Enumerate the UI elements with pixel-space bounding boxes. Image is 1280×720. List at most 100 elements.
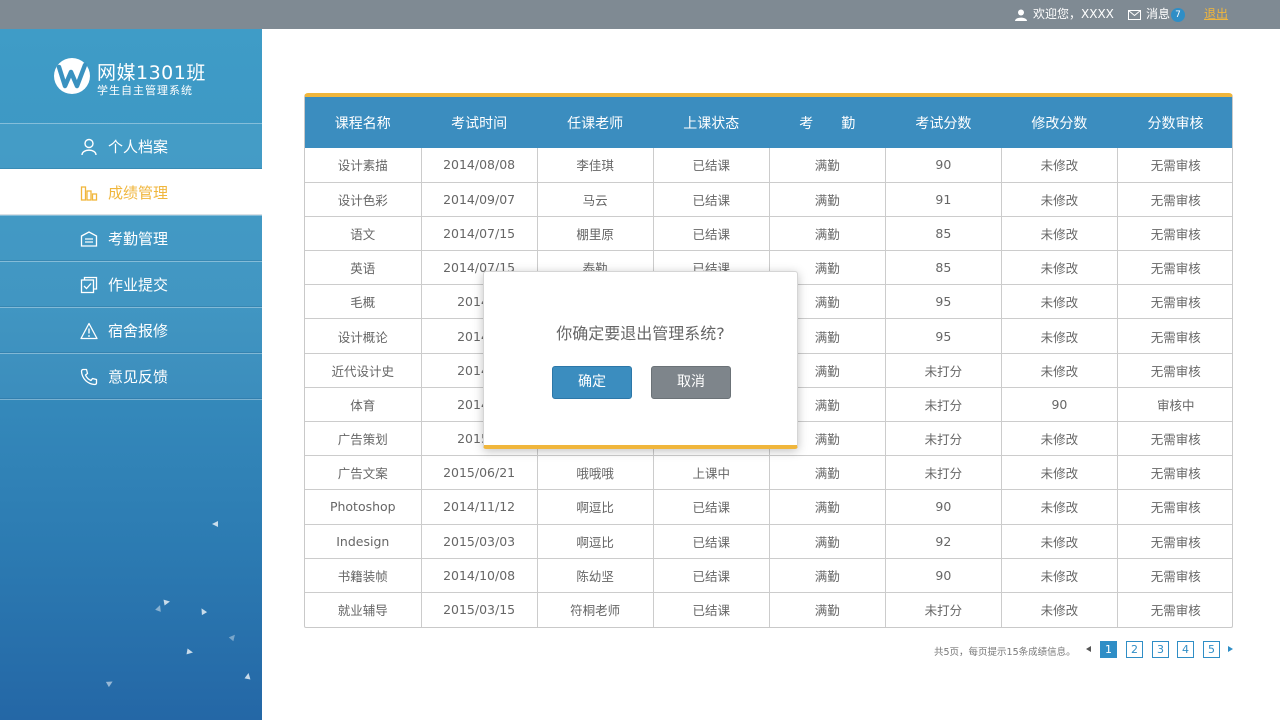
teacher-cell: 啊逗比 bbox=[537, 524, 654, 559]
table-row: 设计色彩 2014/09/07 马云 已结课 满勤 91 未修改 无需审核 bbox=[305, 182, 1232, 217]
sidebar-item-dorm-repair[interactable]: 宿舍报修 bbox=[0, 307, 262, 353]
messages-link[interactable]: 消息 bbox=[1146, 0, 1170, 29]
sidebar-item-homework[interactable]: 作业提交 bbox=[0, 261, 262, 307]
modified-score-cell: 未修改 bbox=[1001, 592, 1118, 627]
course-name-cell: 语文 bbox=[305, 216, 422, 252]
course-name-cell: 书籍装帧 bbox=[305, 558, 422, 593]
page-button-2[interactable]: 2 bbox=[1126, 641, 1143, 658]
page-button-3[interactable]: 3 bbox=[1152, 641, 1169, 658]
table-row: Photoshop 2014/11/12 啊逗比 已结课 满勤 90 未修改 无需审核 bbox=[305, 489, 1232, 525]
score-review-cell: 无需审核 bbox=[1117, 558, 1232, 593]
attendance-cell: 满勤 bbox=[769, 592, 886, 627]
page-button-1[interactable]: 1 bbox=[1100, 641, 1117, 658]
page-button-5[interactable]: 5 bbox=[1203, 641, 1220, 658]
course-name-cell: 设计素描 bbox=[305, 148, 422, 183]
exam-score-cell: 85 bbox=[885, 216, 1002, 252]
logout-confirm-dialog: 你确定要退出管理系统? 确定 取消 bbox=[483, 271, 798, 449]
attendance-cell: 满勤 bbox=[769, 216, 886, 252]
column-header: 任课老师 bbox=[537, 97, 654, 148]
user-icon bbox=[1015, 9, 1027, 21]
decorative-sparkle bbox=[105, 678, 115, 688]
bar-chart-icon bbox=[80, 186, 98, 201]
attendance-icon bbox=[80, 231, 98, 247]
exam-date-cell: 2014/11/12 bbox=[421, 489, 538, 525]
score-review-cell: 无需审核 bbox=[1150, 603, 1201, 619]
exam-score-cell: 95 bbox=[885, 318, 1002, 354]
score-review-cell: 无需审核 bbox=[1117, 148, 1232, 183]
class-status-cell: 已结课 bbox=[653, 182, 770, 217]
table-row: 书籍装帧 2014/10/08 陈幼坚 已结课 满勤 90 未修改 无需审核 bbox=[305, 558, 1232, 593]
modified-score-cell: 未修改 bbox=[1001, 250, 1118, 286]
attendance-cell: 满勤 bbox=[769, 148, 886, 183]
sidebar-item-label: 作业提交 bbox=[108, 276, 169, 294]
score-review-cell: 无需审核 bbox=[1117, 353, 1232, 388]
prev-page-icon[interactable] bbox=[1086, 646, 1091, 652]
page-button-4[interactable]: 4 bbox=[1177, 641, 1194, 658]
score-review-cell: 无需审核 bbox=[1117, 216, 1232, 252]
sidebar-item-label: 考勤管理 bbox=[108, 230, 169, 248]
decorative-sparkle bbox=[155, 604, 163, 612]
exam-date-cell: 2015/06/21 bbox=[421, 455, 538, 491]
warning-icon bbox=[80, 322, 98, 340]
welcome-text: 欢迎您，XXXX bbox=[1033, 7, 1114, 21]
modified-score-cell: 未修改 bbox=[1001, 421, 1118, 457]
exam-score-cell: 91 bbox=[885, 182, 1002, 217]
score-review-cell: 无需审核 bbox=[1117, 182, 1232, 217]
attendance-cell: 满勤 bbox=[769, 524, 886, 559]
class-title: 网媒1301班 bbox=[97, 62, 206, 84]
score-review-cell: 无需审核 bbox=[1117, 284, 1232, 320]
sidebar-item-label: 意见反馈 bbox=[108, 368, 169, 386]
decorative-sparkle bbox=[244, 672, 252, 680]
teacher-cell: 陈幼坚 bbox=[537, 558, 654, 593]
course-name-cell: 设计色彩 bbox=[305, 182, 422, 217]
decorative-sparkle bbox=[163, 598, 171, 606]
score-review-cell: 无需审核 bbox=[1117, 421, 1232, 457]
class-status-cell: 已结课 bbox=[653, 592, 770, 627]
sidebar-item-feedback[interactable]: 意见反馈 bbox=[0, 353, 262, 399]
attendance-cell: 满勤 bbox=[769, 489, 886, 525]
sidebar-item-grades[interactable]: 成绩管理 bbox=[0, 169, 262, 215]
class-status-cell: 已结课 bbox=[653, 489, 770, 525]
column-header: 课程名称 bbox=[305, 97, 422, 148]
modified-score-cell: 未修改 bbox=[1001, 524, 1118, 559]
class-status-cell: 上课中 bbox=[653, 455, 770, 491]
sidebar: 网媒1301班 学生自主管理系统 个人档案 成绩管理 考勤管理 作业提交 宿舍报… bbox=[0, 29, 262, 720]
table-row: 广告文案 2015/06/21 哦哦哦 上课中 满勤 未打分 未修改 无需审核 bbox=[305, 455, 1232, 491]
modified-score-cell: 未修改 bbox=[1001, 216, 1118, 252]
modified-score-cell: 未修改 bbox=[1001, 284, 1118, 320]
column-header: 上课状态 bbox=[653, 97, 770, 148]
exam-score-cell: 95 bbox=[885, 284, 1002, 320]
next-page-icon[interactable] bbox=[1228, 646, 1233, 652]
score-review-cell: 无需审核 bbox=[1117, 489, 1232, 525]
exam-date-cell: 2014/07/15 bbox=[421, 216, 538, 252]
modified-score-cell: 90 bbox=[1001, 387, 1118, 423]
attendance-cell: 满勤 bbox=[769, 455, 886, 491]
table-header-row: 课程名称 考试时间 任课老师 上课状态 考 勤 考试分数 修改分数 分数审核 bbox=[305, 97, 1232, 148]
teacher-cell: 棚里原 bbox=[537, 216, 654, 252]
exam-date-cell: 2014/09/07 bbox=[421, 182, 538, 217]
sidebar-item-attendance[interactable]: 考勤管理 bbox=[0, 215, 262, 261]
exam-score-cell: 90 bbox=[885, 558, 1002, 593]
top-bar: 欢迎您，XXXX 消息 7 退出 bbox=[0, 0, 1280, 29]
course-name-cell: 就业辅导 bbox=[305, 592, 422, 627]
column-header: 修改分数 bbox=[1001, 97, 1118, 148]
logout-link[interactable]: 退出 bbox=[1204, 0, 1228, 29]
exam-score-cell: 90 bbox=[885, 148, 1002, 183]
teacher-cell: 马云 bbox=[537, 182, 654, 217]
sidebar-item-profile[interactable]: 个人档案 bbox=[0, 123, 262, 169]
exam-date-cell: 2014/10/08 bbox=[421, 558, 538, 593]
table-row: 就业辅导 2015/03/15 符桐老师 已结课 满勤 未打分 未修改 无需审核 bbox=[305, 592, 1232, 627]
sidebar-item-label: 成绩管理 bbox=[108, 184, 169, 202]
exam-score-cell: 92 bbox=[885, 524, 1002, 559]
confirm-button[interactable]: 确定 bbox=[552, 366, 632, 399]
table-row: 语文 2014/07/15 棚里原 已结课 满勤 85 未修改 无需审核 bbox=[305, 216, 1232, 252]
mail-icon[interactable] bbox=[1128, 10, 1141, 20]
exam-score-cell: 90 bbox=[885, 489, 1002, 525]
attendance-cell: 满勤 bbox=[769, 558, 886, 593]
class-status-cell: 已结课 bbox=[653, 524, 770, 559]
modified-score-cell: 未修改 bbox=[1001, 353, 1118, 388]
cancel-button[interactable]: 取消 bbox=[651, 366, 731, 399]
exam-score-cell: 85 bbox=[885, 250, 1002, 286]
exam-score-cell: 未打分 bbox=[885, 592, 1002, 627]
course-name-cell: 设计概论 bbox=[305, 318, 422, 354]
